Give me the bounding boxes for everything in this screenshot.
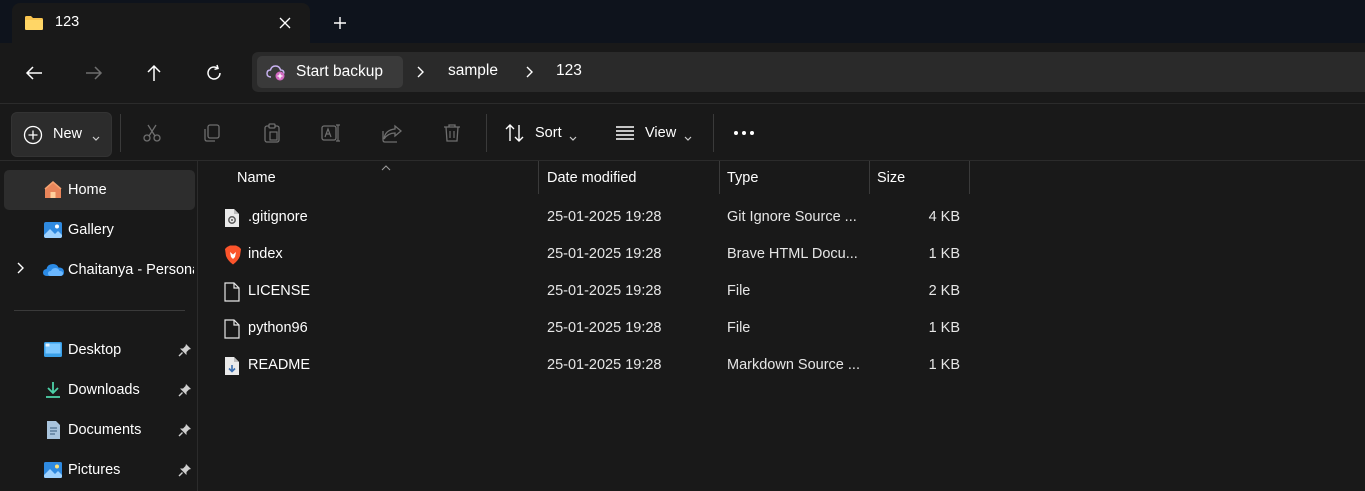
sidebar-item-gallery[interactable]: Gallery: [4, 210, 195, 250]
cloud-backup-icon: [266, 63, 288, 85]
sidebar-item-label: Gallery: [68, 222, 114, 238]
chevron-down-icon[interactable]: [569, 130, 577, 146]
documents-icon: [43, 420, 63, 440]
share-icon[interactable]: [379, 120, 405, 146]
pin-icon[interactable]: [178, 423, 192, 441]
copy-icon[interactable]: [199, 120, 225, 146]
pin-icon[interactable]: [178, 463, 192, 481]
tab-123[interactable]: 123: [12, 3, 310, 43]
cut-icon[interactable]: [139, 120, 165, 146]
file-icon: [224, 282, 242, 302]
downloads-icon: [43, 380, 63, 400]
column-header-size[interactable]: Size: [870, 161, 969, 194]
brave-icon: [224, 245, 242, 265]
sidebar-item-label: Home: [68, 182, 107, 198]
rename-icon[interactable]: [319, 120, 345, 146]
close-tab-icon[interactable]: [274, 12, 296, 34]
back-button[interactable]: [18, 57, 50, 89]
file-icon: [224, 319, 242, 339]
sidebar-item-label: Pictures: [68, 462, 121, 478]
new-tab-button[interactable]: [326, 9, 354, 37]
file-row[interactable]: python96 25-01-2025 19:28 File 1 KB: [220, 310, 970, 347]
divider: [14, 310, 185, 311]
paste-icon[interactable]: [259, 120, 285, 146]
address-row: Start backup sample 123: [0, 43, 1365, 103]
new-label: New: [53, 126, 83, 142]
divider: [120, 114, 121, 152]
sidebar-item-downloads[interactable]: Downloads: [4, 370, 195, 410]
sidebar-item-home[interactable]: Home: [4, 170, 195, 210]
new-button[interactable]: New: [11, 112, 112, 157]
folder-icon: [24, 15, 44, 35]
file-list: Name Date modified Type Size .gitignore …: [198, 160, 1365, 491]
divider: [486, 114, 487, 152]
sidebar-item-pictures[interactable]: Pictures: [4, 450, 195, 490]
onedrive-icon: [43, 260, 64, 280]
sidebar-item-label: Downloads: [68, 382, 140, 398]
sidebar-item-documents[interactable]: Documents: [4, 410, 195, 450]
gear-file-icon: [224, 208, 242, 228]
more-options-icon[interactable]: [731, 120, 757, 146]
sidebar-item-label: Documents: [68, 422, 142, 438]
plus-circle-icon: [23, 125, 43, 149]
gallery-icon: [43, 220, 63, 240]
column-header-name[interactable]: Name: [220, 161, 538, 194]
chevron-down-icon: [92, 130, 100, 146]
desktop-icon: [43, 340, 63, 360]
command-bar: New Sort View: [0, 103, 1365, 160]
address-bar[interactable]: Start backup sample 123: [252, 52, 1365, 92]
up-button[interactable]: [138, 57, 170, 89]
tab-strip: 123: [0, 0, 1365, 43]
file-row[interactable]: README 25-01-2025 19:28 Markdown Source …: [220, 347, 970, 384]
delete-icon[interactable]: [439, 120, 465, 146]
refresh-button[interactable]: [198, 57, 230, 89]
start-backup-button[interactable]: Start backup: [257, 56, 403, 88]
sidebar-item-label: Chaitanya - Personal: [68, 262, 194, 278]
tab-title: 123: [55, 14, 80, 30]
home-icon: [43, 180, 63, 200]
file-row[interactable]: index 25-01-2025 19:28 Brave HTML Docu..…: [220, 236, 970, 273]
sort-icon[interactable]: [502, 120, 528, 146]
markdown-file-icon: [224, 356, 242, 376]
chevron-down-icon[interactable]: [684, 130, 692, 146]
column-header-date[interactable]: Date modified: [539, 161, 719, 194]
file-row[interactable]: .gitignore 25-01-2025 19:28 Git Ignore S…: [220, 199, 970, 236]
chevron-right-icon[interactable]: [17, 262, 25, 278]
breadcrumb-123[interactable]: 123: [556, 62, 582, 80]
divider: [713, 114, 714, 152]
view-icon[interactable]: [612, 120, 638, 146]
sidebar-item-desktop[interactable]: Desktop: [4, 330, 195, 370]
view-button[interactable]: View: [645, 125, 676, 141]
pin-icon[interactable]: [178, 383, 192, 401]
column-header-type[interactable]: Type: [720, 161, 869, 194]
navigation-pane: Home Gallery Chaitanya - Personal Deskto…: [0, 160, 198, 491]
file-row[interactable]: LICENSE 25-01-2025 19:28 File 2 KB: [220, 273, 970, 310]
chevron-right-icon[interactable]: [523, 63, 537, 81]
forward-button[interactable]: [78, 57, 110, 89]
breadcrumb-sample[interactable]: sample: [448, 62, 498, 80]
column-divider[interactable]: [969, 161, 970, 194]
pictures-icon: [43, 460, 63, 480]
chevron-right-icon[interactable]: [414, 63, 428, 81]
sidebar-item-onedrive[interactable]: Chaitanya - Personal: [4, 250, 195, 290]
pin-icon[interactable]: [178, 343, 192, 361]
sidebar-item-label: Desktop: [68, 342, 122, 358]
start-backup-label: Start backup: [296, 63, 384, 80]
sort-button[interactable]: Sort: [535, 125, 562, 141]
